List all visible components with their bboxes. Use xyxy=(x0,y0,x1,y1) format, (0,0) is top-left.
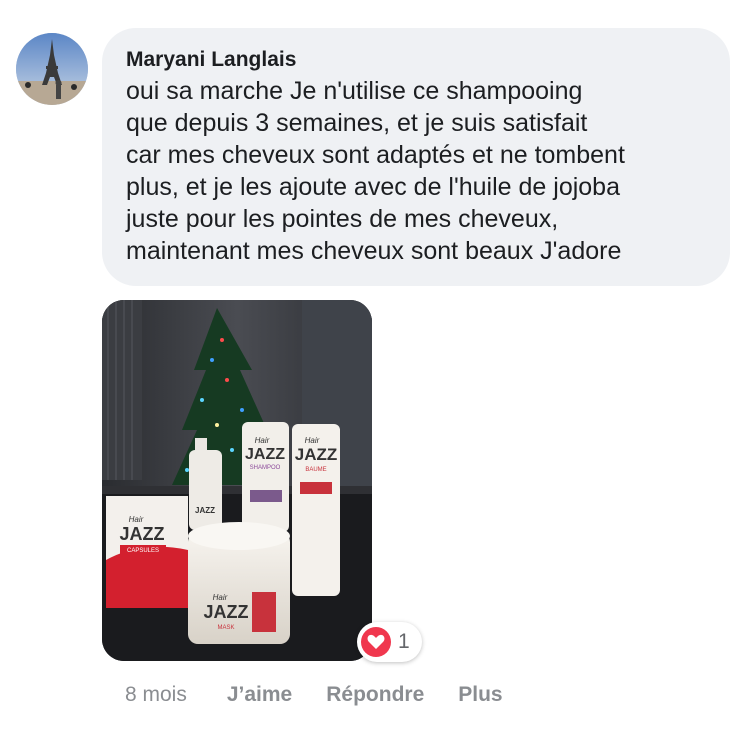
comment-timestamp[interactable]: 8 mois xyxy=(125,683,187,707)
shampoo-brand-small: Hair xyxy=(255,436,270,445)
baume-type: BAUME xyxy=(305,467,326,473)
comment-line: que depuis 3 semaines, et je suis satisf… xyxy=(126,109,588,137)
comment-actions: 8 mois J’aime Répondre Plus xyxy=(125,683,537,707)
shampoo-type: SHAMPOO xyxy=(250,465,281,471)
mask-brand-small: Hair xyxy=(213,593,228,602)
more-button[interactable]: Plus xyxy=(458,683,502,707)
like-button[interactable]: J’aime xyxy=(227,683,292,707)
comment-bubble: Maryani Langlais oui sa marche Je n'util… xyxy=(102,28,730,286)
reaction-count: 1 xyxy=(398,630,410,653)
shampoo-brand: JAZZ xyxy=(245,446,285,463)
reply-button[interactable]: Répondre xyxy=(326,683,424,707)
spray-label: JAZZ xyxy=(195,506,215,515)
hair-products-photo: JAZZ Hair JAZZ SHAMPOO Hair JAZZ BAUME H… xyxy=(102,300,372,661)
comment-line: maintenant mes cheveux sont beaux J'ador… xyxy=(126,237,622,265)
comment-text: oui sa marche Je n'utilise ce shampooing… xyxy=(126,75,706,267)
comment-line: plus, et je les ajoute avec de l'huile d… xyxy=(126,173,620,201)
comment-photo[interactable]: JAZZ Hair JAZZ SHAMPOO Hair JAZZ BAUME H… xyxy=(102,300,372,661)
comment-line: juste pour les pointes de mes cheveux, xyxy=(126,205,559,233)
reaction-badge[interactable]: 1 xyxy=(357,622,422,662)
capsules-brand-small: Hair xyxy=(129,515,144,524)
mask-type: MASK xyxy=(217,625,234,631)
comment-author[interactable]: Maryani Langlais xyxy=(126,45,706,75)
baume-brand-small: Hair xyxy=(305,436,320,445)
mask-brand: JAZZ xyxy=(204,602,249,622)
avatar-eiffel-tower-photo xyxy=(16,33,88,105)
baume-brand: JAZZ xyxy=(295,445,338,464)
capsules-type: CAPSULES xyxy=(127,548,159,554)
capsules-brand: JAZZ xyxy=(120,524,165,544)
comment-line: car mes cheveux sont adaptés et ne tombe… xyxy=(126,141,625,169)
comment-line: oui sa marche Je n'utilise ce shampooing xyxy=(126,77,583,105)
avatar[interactable] xyxy=(16,33,88,105)
heart-icon xyxy=(361,627,391,657)
